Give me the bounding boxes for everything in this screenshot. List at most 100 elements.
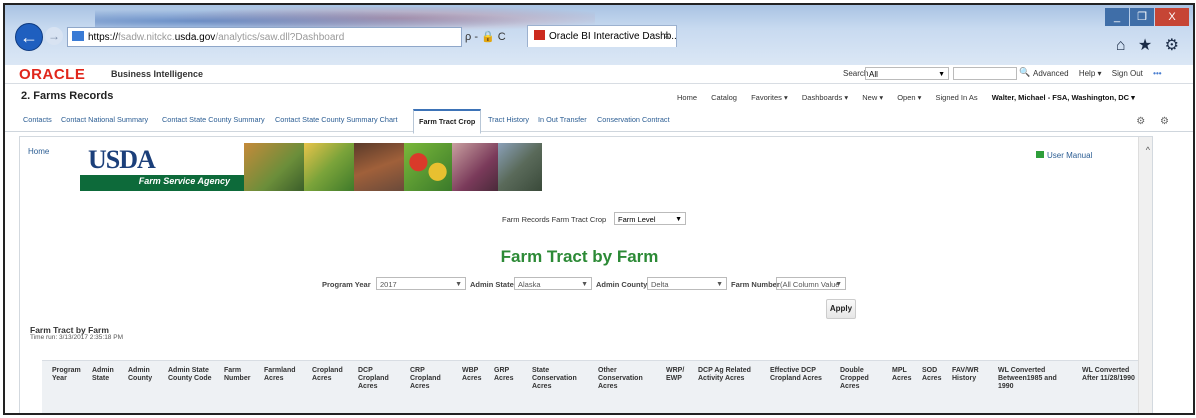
nav-dashboards[interactable]: Dashboards ▾ (802, 93, 848, 102)
admin-county-select[interactable]: Delta ▼ (647, 277, 727, 290)
chevron-up-icon[interactable]: ^ (1146, 145, 1150, 155)
vertical-scrollbar[interactable]: ^ (1138, 137, 1152, 413)
flag-icon (1036, 151, 1044, 158)
chevron-down-icon: ▼ (716, 281, 723, 288)
apply-button[interactable]: Apply (826, 299, 856, 319)
site-favicon-icon (72, 31, 84, 41)
user-manual-link[interactable]: User Manual (1036, 151, 1092, 160)
browser-tab-title: Oracle BI Interactive Dashb... (549, 31, 677, 42)
column-header[interactable]: CRP Cropland Acres (410, 367, 450, 391)
tab-contact-state-county-summary-chart[interactable]: Contact State County Summary Chart (275, 115, 397, 124)
sign-out-link[interactable]: Sign Out (1112, 69, 1143, 78)
column-header[interactable]: Farmland Acres (264, 367, 302, 383)
column-header[interactable]: WL Converted Between1985 and 1990 (998, 367, 1070, 391)
column-header[interactable]: Admin State (92, 367, 118, 383)
address-host: usda.gov (174, 32, 216, 43)
tab-contacts[interactable]: Contacts (23, 115, 52, 124)
tab-in-out-transfer[interactable]: In Out Transfer (538, 115, 587, 124)
column-header[interactable]: WBP Acres (462, 367, 486, 383)
address-subdomain: fsadw.nitckc. (118, 32, 175, 43)
nav-home[interactable]: Home (677, 93, 697, 102)
admin-state-label: Admin State (470, 280, 514, 289)
oracle-favicon-icon (534, 30, 545, 40)
banner-photo-people (354, 143, 404, 191)
column-header[interactable]: Other Conservation Acres (598, 367, 652, 391)
banner-photo-cattle (244, 143, 304, 191)
column-header[interactable]: Farm Number (224, 367, 258, 383)
admin-state-select[interactable]: Alaska ▼ (514, 277, 592, 290)
signed-in-info[interactable]: Signed In As Walter, Michael - FSA, Wash… (936, 93, 1135, 102)
address-path: /analytics/saw.dll?Dashboard (215, 32, 345, 43)
column-header[interactable]: Effective DCP Cropland Acres (770, 367, 828, 383)
column-header[interactable]: Double Cropped Acres (840, 367, 876, 391)
column-header[interactable]: State Conservation Acres (532, 367, 586, 391)
maximize-button[interactable]: ❐ (1130, 8, 1154, 26)
dashboard-tabs: Contacts Contact National Summary Contac… (5, 109, 1193, 134)
tab-conservation-contract[interactable]: Conservation Contract (597, 115, 670, 124)
back-arrow-icon[interactable]: ← (15, 23, 43, 51)
banner-photo-produce (404, 143, 452, 191)
product-name: Business Intelligence (111, 69, 204, 79)
usda-banner: USDA Farm Service Agency (80, 143, 542, 191)
column-header[interactable]: Cropland Acres (312, 367, 346, 383)
usda-logo: USDA Farm Service Agency (80, 143, 244, 191)
banner-photo-farmer (452, 143, 498, 191)
screenshot-frame: ← → https://fsadw.nitckc.usda.gov/analyt… (3, 3, 1195, 415)
usda-logo-text: USDA (88, 145, 156, 174)
nav-new[interactable]: New ▾ (862, 93, 883, 102)
program-year-label: Program Year (322, 280, 371, 289)
close-window-button[interactable]: X (1155, 8, 1189, 26)
global-nav: Home Catalog Favorites ▾ Dashboards ▾ Ne… (677, 93, 1147, 102)
banner-photo-landscape (498, 143, 542, 191)
program-year-select[interactable]: 2017 ▼ (376, 277, 466, 290)
advanced-link[interactable]: Advanced (1033, 69, 1069, 78)
tab-tract-history[interactable]: Tract History (488, 115, 529, 124)
tab-close-icon[interactable]: × (664, 26, 670, 47)
address-bar[interactable]: https://fsadw.nitckc.usda.gov/analytics/… (67, 27, 462, 47)
tab-contact-national-summary[interactable]: Contact National Summary (61, 115, 148, 124)
signed-in-user: Walter, Michael - FSA, Washington, DC ▾ (991, 93, 1135, 102)
forward-arrow-icon[interactable]: → (45, 27, 63, 45)
more-icon[interactable]: ••• (1153, 69, 1161, 78)
minimize-button[interactable]: _ (1105, 8, 1129, 26)
column-header[interactable]: SOD Acres (922, 367, 946, 383)
page-options-icons[interactable]: ⚙ ⚙ (1136, 116, 1175, 127)
page-title: 2. Farms Records (21, 90, 114, 102)
window-controls: _ ❐ X (1104, 7, 1189, 27)
nav-open[interactable]: Open ▾ (897, 93, 921, 102)
column-header[interactable]: DCP Cropland Acres (358, 367, 398, 391)
column-header[interactable]: Admin State County Code (168, 367, 218, 383)
column-header[interactable]: WRP/ EWP (666, 367, 688, 383)
search-icon[interactable]: 🔍 (1019, 67, 1030, 78)
farm-level-label: Farm Records Farm Tract Crop (502, 215, 607, 224)
banner-photo-corn (304, 143, 354, 191)
table-header: Program Year Admin State Admin County Ad… (42, 360, 1138, 413)
farm-level-select[interactable]: Farm Level ▼ (614, 212, 686, 225)
browser-toolbar-icons[interactable]: ⌂ ★ ⚙ (1116, 35, 1183, 55)
search-scope-value: All (869, 70, 878, 79)
farm-number-select[interactable]: (All Column Value ▼ (776, 277, 846, 290)
tab-farm-tract-crop[interactable]: Farm Tract Crop (413, 109, 482, 134)
column-header[interactable]: DCP Ag Related Activity Acres (698, 367, 762, 383)
column-header[interactable]: GRP Acres (494, 367, 518, 383)
column-header[interactable]: MPL Acres (892, 367, 916, 383)
address-tools[interactable]: ρ - 🔒 C (465, 27, 523, 47)
column-header[interactable]: FAV/WR History (952, 367, 986, 383)
tab-contact-state-county-summary[interactable]: Contact State County Summary (162, 115, 265, 124)
browser-tab[interactable]: Oracle BI Interactive Dashb... × (527, 25, 677, 47)
search-scope-select[interactable]: All ▼ (865, 67, 949, 80)
time-run: Time run: 3/13/2017 2:35:18 PM (30, 334, 123, 341)
admin-county-value: Delta (651, 280, 669, 289)
column-header[interactable]: Admin County (128, 367, 158, 383)
column-header[interactable]: Program Year (52, 367, 84, 383)
user-manual-label: User Manual (1047, 151, 1093, 160)
help-menu[interactable]: Help ▾ (1079, 69, 1102, 78)
column-header[interactable]: WL Converted After 11/28/1990 (1082, 367, 1136, 383)
chevron-down-icon: ▼ (675, 216, 682, 223)
search-input[interactable] (953, 67, 1017, 80)
home-link[interactable]: Home (28, 147, 49, 156)
farm-number-value: (All Column Value (780, 280, 840, 289)
browser-chrome: ← → https://fsadw.nitckc.usda.gov/analyt… (5, 5, 1193, 65)
nav-catalog[interactable]: Catalog (711, 93, 737, 102)
nav-favorites[interactable]: Favorites ▾ (751, 93, 788, 102)
